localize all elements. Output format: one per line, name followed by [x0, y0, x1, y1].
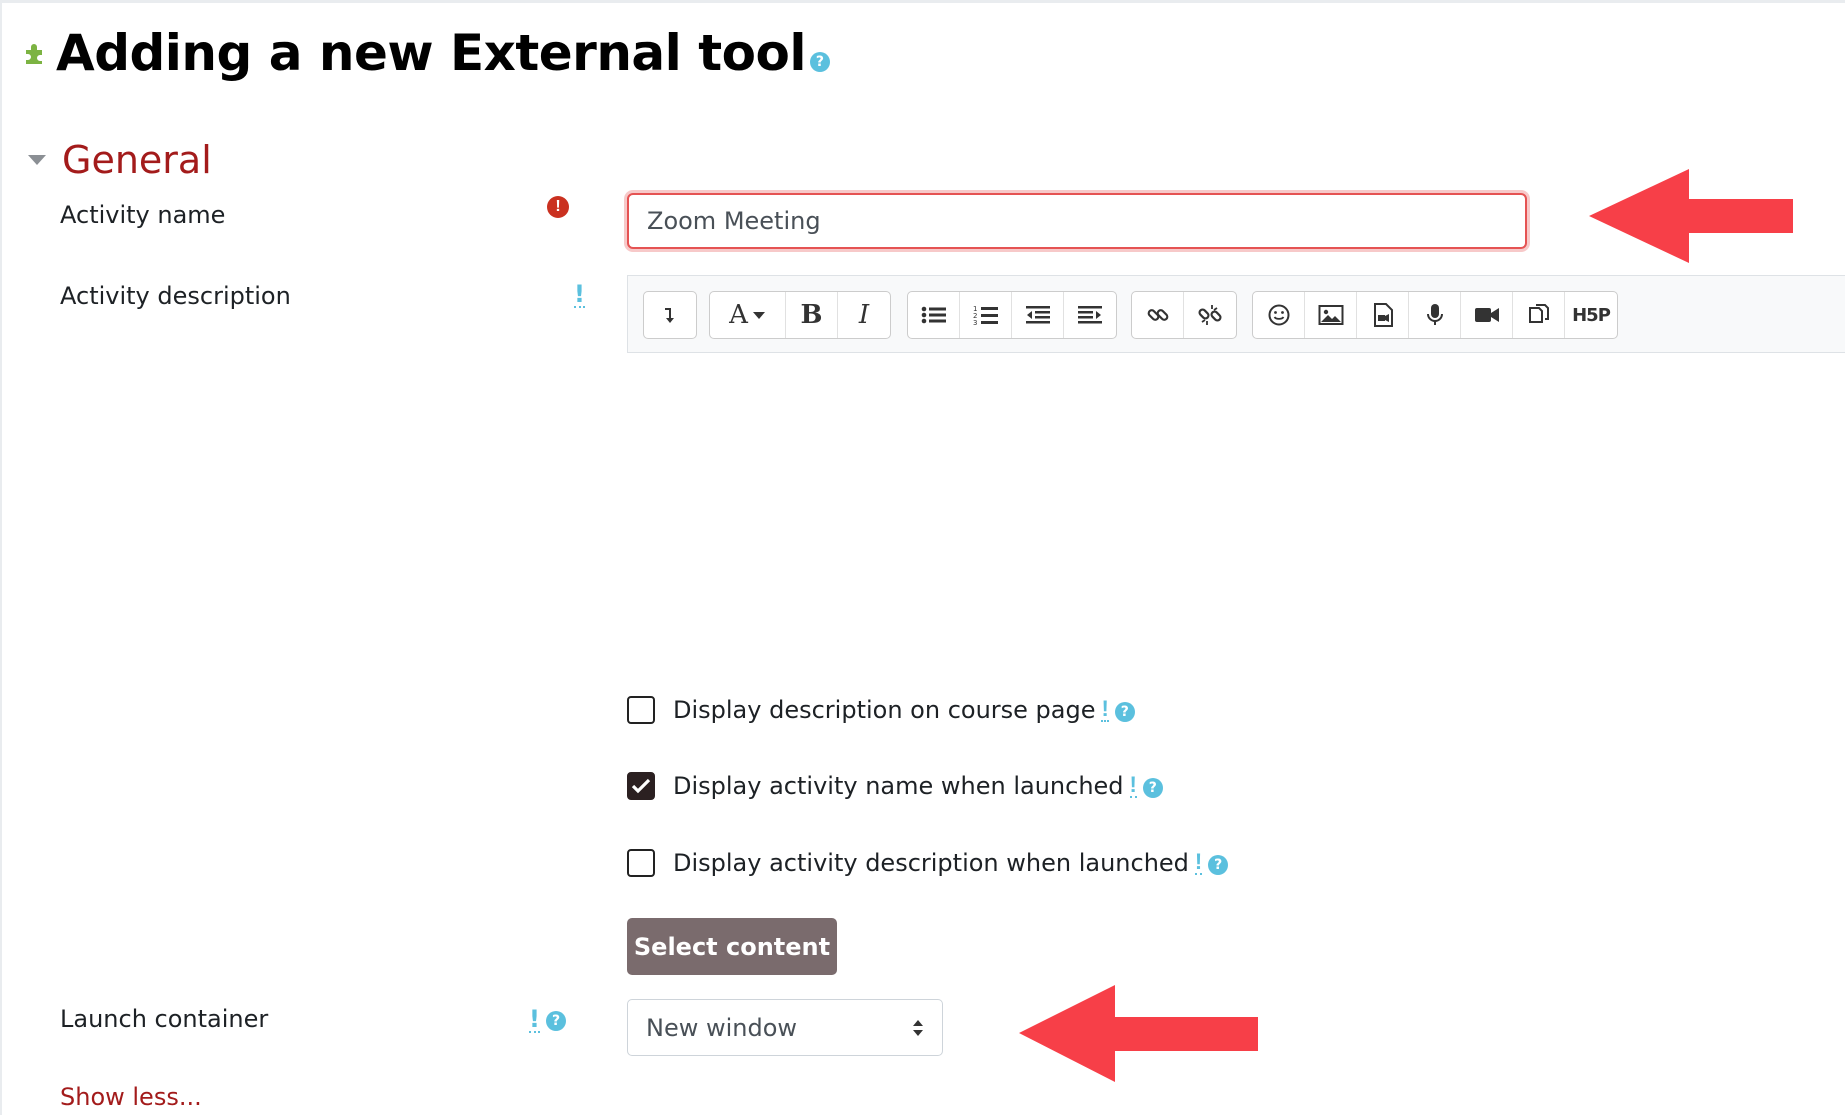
- launch-container-select[interactable]: New window: [627, 999, 943, 1056]
- bold-icon[interactable]: B: [786, 292, 838, 338]
- help-icon[interactable]: ?: [546, 1011, 566, 1031]
- ordered-list-icon[interactable]: 123: [960, 292, 1012, 338]
- page-header: Adding a new External tool ?: [22, 28, 830, 78]
- toolbar-group-collapse: [643, 291, 697, 339]
- checkbox-label: Display activity description when launch…: [673, 849, 1189, 877]
- indent-icon[interactable]: [1064, 292, 1116, 338]
- info-icon[interactable]: !: [574, 282, 585, 308]
- activity-name-label: Activity name: [60, 201, 226, 229]
- top-border: [0, 0, 1845, 3]
- toolbar-group-style: A B I: [709, 291, 891, 339]
- annotation-arrow-icon: [1589, 169, 1793, 263]
- annotation-arrow-icon: [1019, 985, 1258, 1082]
- activity-name-input[interactable]: [627, 193, 1527, 249]
- unordered-list-icon[interactable]: [908, 292, 960, 338]
- activity-description-label: Activity description: [60, 282, 291, 310]
- record-video-icon[interactable]: [1461, 292, 1513, 338]
- required-icon: !: [547, 196, 569, 218]
- checkmark-icon: [631, 778, 651, 794]
- launch-container-value: New window: [646, 1013, 798, 1042]
- unlink-icon[interactable]: [1184, 292, 1236, 338]
- toolbar-group-files: H5P: [1252, 291, 1618, 339]
- collapse-caret-icon[interactable]: [28, 155, 46, 165]
- image-icon[interactable]: [1305, 292, 1357, 338]
- link-icon[interactable]: [1132, 292, 1184, 338]
- help-icon[interactable]: ?: [1208, 855, 1229, 875]
- outdent-icon[interactable]: [1012, 292, 1064, 338]
- svg-text:3: 3: [973, 319, 977, 326]
- emoji-icon[interactable]: [1253, 292, 1305, 338]
- info-icon[interactable]: !: [1101, 698, 1109, 722]
- info-icon[interactable]: !: [1129, 774, 1137, 798]
- h5p-icon[interactable]: H5P: [1565, 292, 1617, 338]
- left-border: [0, 0, 2, 1115]
- help-icon[interactable]: ?: [809, 52, 830, 72]
- help-icon[interactable]: ?: [1142, 778, 1163, 798]
- show-description-checkbox[interactable]: [627, 696, 655, 724]
- checkbox-label: Display activity name when launched: [673, 772, 1124, 800]
- info-icon[interactable]: !: [1194, 851, 1203, 875]
- expand-toolbar-icon[interactable]: [644, 292, 696, 338]
- section-header-general[interactable]: General: [28, 138, 212, 182]
- help-icon[interactable]: ?: [1114, 702, 1135, 722]
- record-audio-icon[interactable]: [1409, 292, 1461, 338]
- info-icon[interactable]: !: [529, 1007, 540, 1033]
- page-title: Adding a new External tool: [56, 24, 806, 82]
- manage-files-icon[interactable]: [1513, 292, 1565, 338]
- checkbox-label: Display description on course page: [673, 696, 1096, 724]
- select-arrows-icon: [913, 1020, 923, 1036]
- section-title[interactable]: General: [62, 138, 212, 182]
- editor-toolbar: A B I 123 H5P: [627, 275, 1845, 353]
- toolbar-group-list: 123: [907, 291, 1117, 339]
- checkbox-row-show-launched-description[interactable]: Display activity description when launch…: [627, 849, 1229, 877]
- show-launched-description-checkbox[interactable]: [627, 849, 655, 877]
- paragraph-styles-icon[interactable]: A: [710, 292, 786, 338]
- puzzle-icon: [22, 40, 48, 66]
- media-icon[interactable]: [1357, 292, 1409, 338]
- checkbox-row-show-description[interactable]: Display description on course page ! ?: [627, 696, 1135, 724]
- show-name-checkbox[interactable]: [627, 772, 655, 800]
- toolbar-group-links: [1131, 291, 1237, 339]
- show-less-link[interactable]: Show less...: [60, 1083, 202, 1111]
- checkbox-row-show-name[interactable]: Display activity name when launched ! ?: [627, 772, 1163, 800]
- italic-icon[interactable]: I: [838, 292, 890, 338]
- select-content-button[interactable]: Select content: [627, 918, 837, 975]
- launch-container-label: Launch container: [60, 1005, 269, 1033]
